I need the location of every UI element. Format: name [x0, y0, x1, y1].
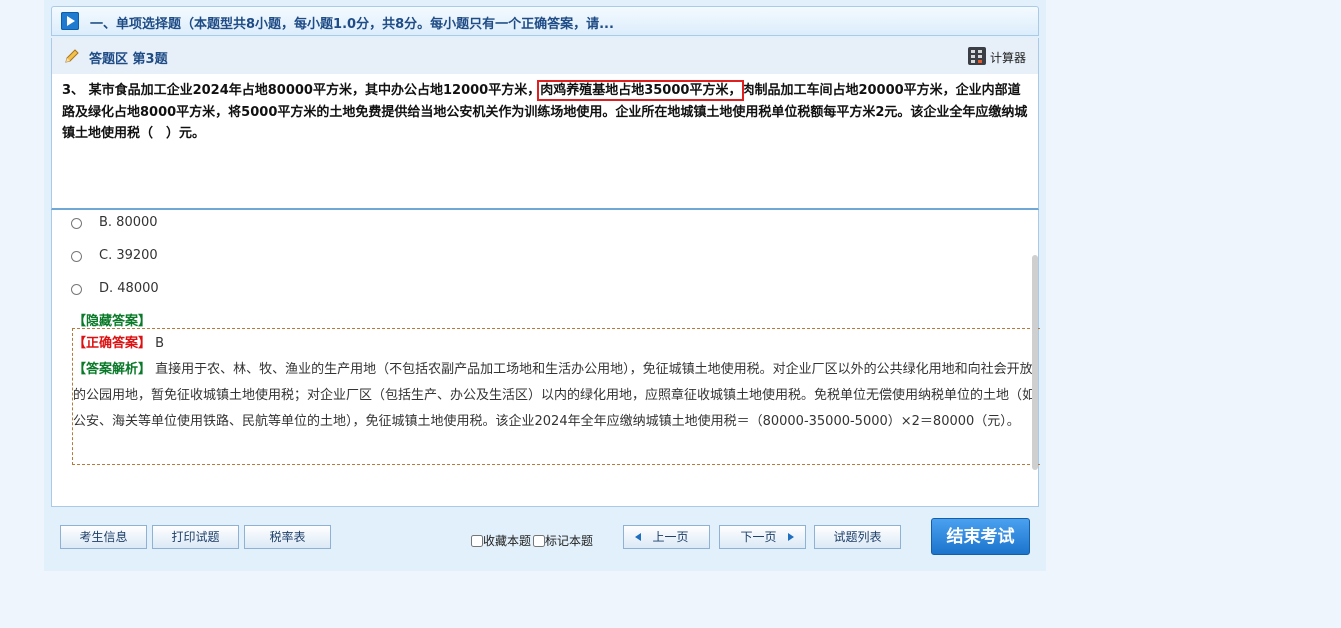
radio-b[interactable]	[71, 218, 82, 229]
next-label: 下一页	[740, 530, 777, 544]
print-button[interactable]: 打印试题	[152, 525, 239, 549]
favorite-label: 收藏本题	[483, 534, 532, 548]
analysis-tag: 【答案解析】	[73, 362, 152, 377]
arrow-left-icon	[635, 533, 641, 541]
next-page-button[interactable]: 下一页	[719, 525, 806, 549]
correct-answer-tag: 【正确答案】	[73, 336, 152, 351]
correct-answer-value: B	[155, 336, 165, 351]
calculator-icon	[968, 47, 986, 65]
option-label: B. 80000	[99, 215, 158, 230]
option-label: D. 48000	[99, 281, 159, 296]
question-header: 答题区 第3题 计算器	[51, 38, 1039, 74]
mark-check[interactable]	[533, 535, 545, 547]
finish-exam-button[interactable]: 结束考试	[931, 518, 1030, 555]
calculator-label: 计算器	[990, 51, 1027, 65]
arrow-right-icon	[788, 533, 794, 541]
options-area: B. 80000 C. 39200 D. 48000 【隐藏答案】 【正确答案】…	[51, 210, 1040, 507]
radio-d[interactable]	[71, 284, 82, 295]
section-title: 一、单项选择题（本题型共8小题，每小题1.0分，共8分。每小题只有一个正确答案，…	[90, 17, 614, 32]
option-label: C. 39200	[99, 248, 158, 263]
prev-page-button[interactable]: 上一页	[623, 525, 710, 549]
mark-label: 标记本题	[545, 534, 594, 548]
question-list-button[interactable]: 试题列表	[814, 525, 901, 549]
candidate-info-button[interactable]: 考生信息	[60, 525, 147, 549]
play-icon[interactable]	[61, 12, 79, 30]
calculator-button[interactable]: 计算器	[968, 47, 1028, 67]
question-title: 答题区 第3题	[89, 52, 168, 67]
section-header[interactable]: 一、单项选择题（本题型共8小题，每小题1.0分，共8分。每小题只有一个正确答案，…	[51, 6, 1039, 36]
favorite-checkbox[interactable]: 收藏本题	[471, 532, 531, 549]
question-text-part1: 3、 某市食品加工企业2024年占地80000平方米，其中办公占地12000平方…	[62, 83, 541, 98]
pencil-icon	[65, 49, 79, 63]
analysis-block: 【答案解析】 直接用于农、林、牧、渔业的生产用地（不包括农副产品加工场地和生活办…	[73, 357, 1040, 435]
scrollbar[interactable]	[1032, 255, 1038, 470]
favorite-check[interactable]	[471, 535, 483, 547]
highlighted-text: 肉鸡养殖基地占地35000平方米，	[537, 80, 745, 101]
tax-table-button[interactable]: 税率表	[244, 525, 331, 549]
mark-checkbox[interactable]: 标记本题	[533, 532, 593, 549]
radio-c[interactable]	[71, 251, 82, 262]
prev-label: 上一页	[652, 530, 689, 544]
answer-box: 【正确答案】 B 【答案解析】 直接用于农、林、牧、渔业的生产用地（不包括农副产…	[72, 328, 1040, 465]
analysis-text: 直接用于农、林、牧、渔业的生产用地（不包括农副产品加工场地和生活办公用地），免征…	[73, 362, 1036, 429]
question-stem: 3、 某市食品加工企业2024年占地80000平方米，其中办公占地12000平方…	[51, 74, 1039, 210]
hide-answer-link[interactable]: 【隐藏答案】	[73, 310, 151, 329]
correct-answer-line: 【正确答案】 B	[73, 331, 1040, 357]
